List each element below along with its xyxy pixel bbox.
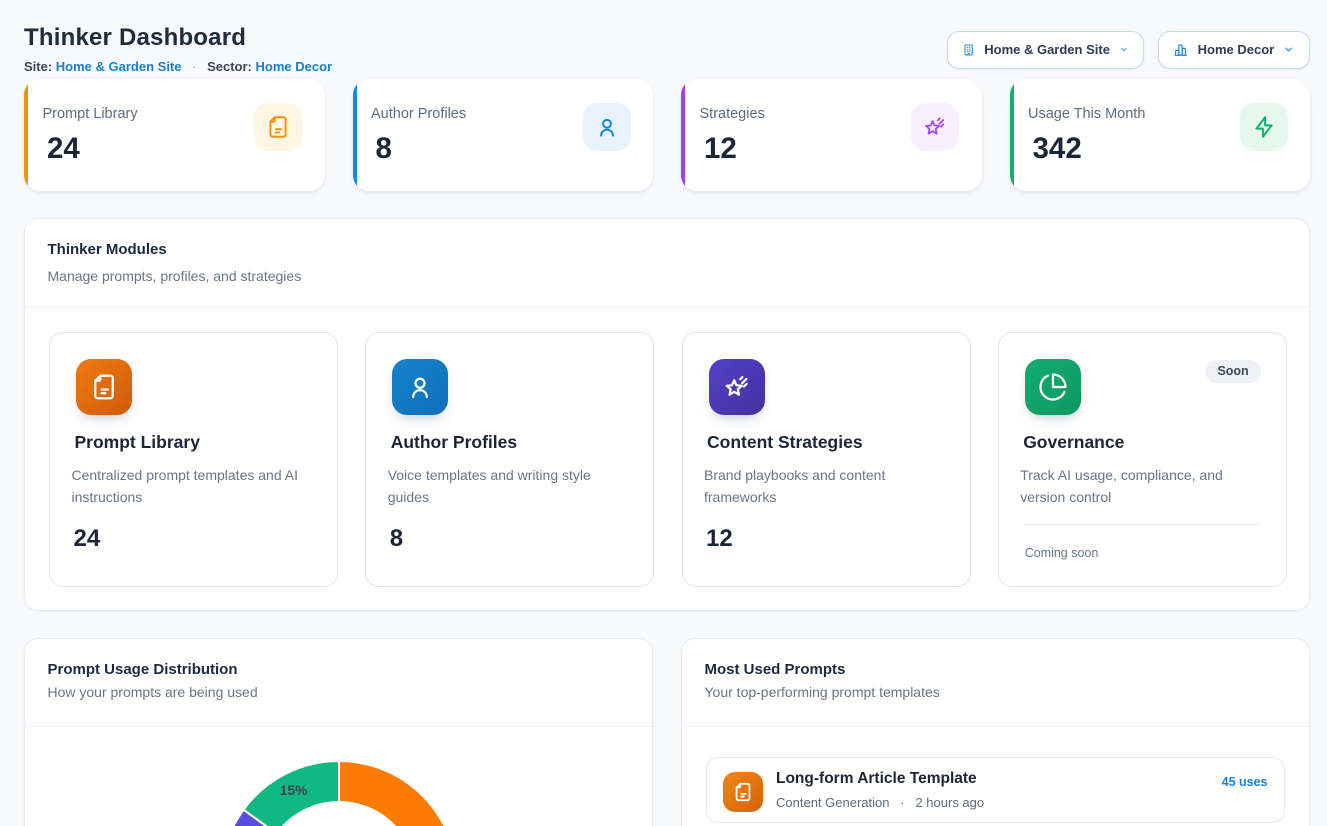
svg-text:15%: 15% bbox=[280, 782, 309, 798]
